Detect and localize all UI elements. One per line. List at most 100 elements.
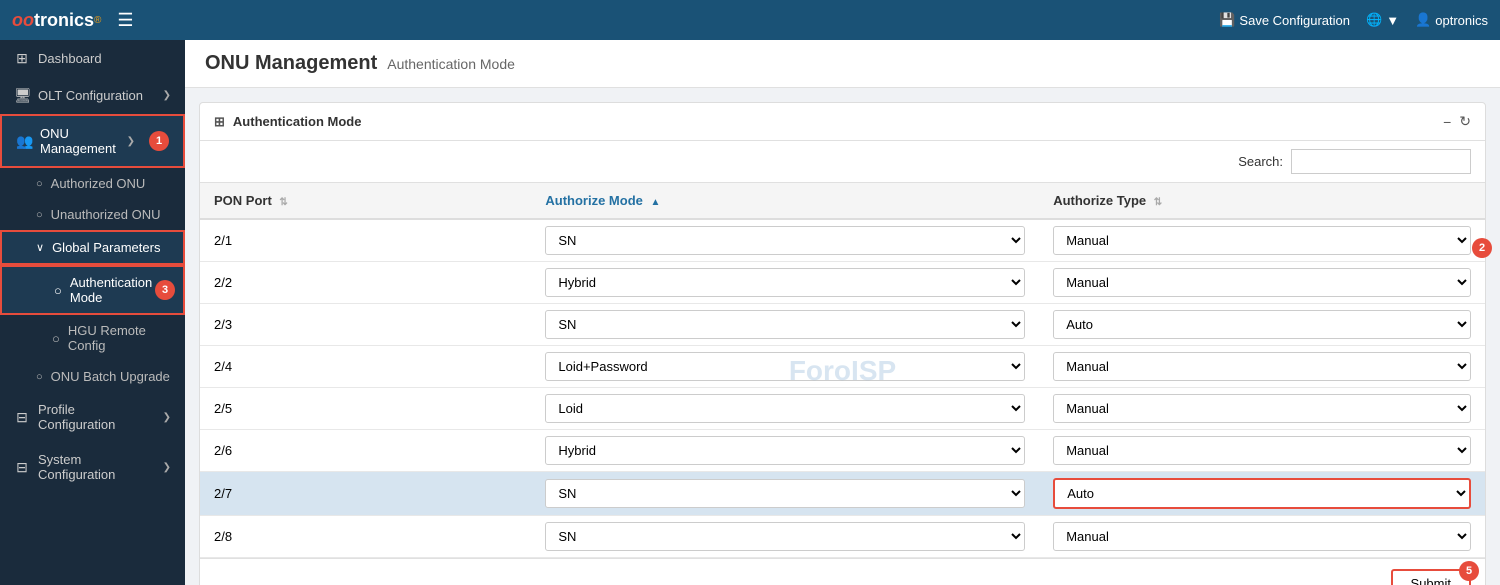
logo-reg: ® [94,15,101,26]
circle-icon: ○ [54,283,62,298]
card-header-right: − ↻ [1443,113,1471,130]
content-area: ONU Management Authentication Mode ⊞ Aut… [185,40,1500,585]
authorize-type-select[interactable]: ManualAuto [1053,478,1471,509]
sidebar-item-onu-management[interactable]: 👥 ONU Management ❯ 1 [0,114,185,168]
user-menu[interactable]: 👤 optronics [1415,12,1488,28]
table-row: 2/2 SNHybridLoid+PasswordLoid ManualAuto [200,262,1485,304]
sidebar-item-dashboard[interactable]: ⊞ Dashboard [0,40,185,77]
cell-pon-port: 2/8 [200,516,531,558]
cell-pon-port: 2/1 [200,219,531,262]
card-header: ⊞ Authentication Mode − ↻ [200,103,1485,141]
col-pon-port[interactable]: PON Port ⇅ [200,183,531,219]
sidebar-item-unauthorized-onu[interactable]: ○ Unauthorized ONU [0,199,185,230]
sidebar-item-global-params[interactable]: ∨ Global Parameters 2 [0,230,185,265]
chevron-right-icon: ❯ [163,412,171,423]
badge-5: 5 [1459,561,1479,581]
cell-pon-port: 2/3 [200,304,531,346]
onu-icon: 👥 [16,133,32,150]
cell-pon-port: 2/4 [200,346,531,388]
profile-icon: ⊟ [14,409,30,426]
authorize-mode-select[interactable]: SNHybridLoid+PasswordLoid [545,394,1025,423]
col-authorize-mode[interactable]: Authorize Mode ▲ [531,183,1039,219]
cell-authorize-mode: SNHybridLoid+PasswordLoid [531,388,1039,430]
sort-icon: ⇅ [279,197,287,208]
refresh-icon[interactable]: ↻ [1459,113,1471,130]
authorize-type-select[interactable]: ManualAuto [1053,522,1471,551]
minimize-icon[interactable]: − [1443,114,1451,130]
topnav: ootronics® ☰ 💾 Save Configuration 🌐 ▼ 👤 … [0,0,1500,40]
cell-authorize-type: ManualAuto [1039,430,1485,472]
page-subtitle: Authentication Mode [387,56,515,72]
authorize-mode-select[interactable]: SNHybridLoid+PasswordLoid [545,436,1025,465]
sidebar-item-profile-config[interactable]: ⊟ Profile Configuration ❯ [0,392,185,442]
save-config-label: Save Configuration [1239,13,1350,28]
sidebar-item-system-config[interactable]: ⊟ System Configuration ❯ [0,442,185,492]
sidebar-item-label: ONU Management [40,126,119,156]
table-icon: ⊞ [214,114,225,130]
chevron-right-icon: ❯ [163,462,171,473]
sidebar-item-label: Profile Configuration [38,402,155,432]
cell-authorize-type: ManualAuto [1039,388,1485,430]
badge-3: 3 [155,280,175,300]
sidebar: ⊞ Dashboard 🖥 OLT Configuration ❯ 👥 ONU … [0,40,185,585]
authorize-type-select[interactable]: ManualAuto [1053,268,1471,297]
sidebar-item-onu-batch[interactable]: ○ ONU Batch Upgrade [0,361,185,392]
globe-arrow: ▼ [1386,13,1399,28]
auth-mode-table: PON Port ⇅ Authorize Mode ▲ Authorize Ty… [200,183,1485,558]
submit-label: Submit [1411,576,1451,585]
authorize-mode-select[interactable]: SNHybridLoid+PasswordLoid [545,268,1025,297]
sidebar-item-label: Dashboard [38,51,171,66]
logo-tronics: tronics [34,10,94,31]
table-row: 2/8 SNHybridLoid+PasswordLoid ManualAuto [200,516,1485,558]
authorize-type-select[interactable]: ManualAuto [1053,352,1471,381]
col-authorize-type[interactable]: Authorize Type ⇅ [1039,183,1485,219]
cell-authorize-type: ManualAuto [1039,219,1485,262]
auth-mode-card: ⊞ Authentication Mode − ↻ Search: ForoIS… [199,102,1486,585]
table-header-row: PON Port ⇅ Authorize Mode ▲ Authorize Ty… [200,183,1485,219]
table-wrapper: ForoISP PON Port ⇅ Authorize Mode ▲ Auth… [200,183,1485,558]
submit-button[interactable]: Submit 5 [1391,569,1471,585]
authorize-mode-select[interactable]: SNHybridLoid+PasswordLoid [545,310,1025,339]
authorize-mode-select[interactable]: SNHybridLoid+PasswordLoid [545,522,1025,551]
sidebar-item-olt-config[interactable]: 🖥 OLT Configuration ❯ [0,77,185,114]
authorize-mode-select[interactable]: SNHybridLoid+PasswordLoid [545,352,1025,381]
authorize-mode-select[interactable]: SNHybridLoid+PasswordLoid [545,226,1025,255]
save-config-button[interactable]: 💾 Save Configuration [1219,12,1350,28]
card-title: Authentication Mode [233,114,362,129]
sidebar-item-auth-mode[interactable]: ○ Authentication Mode 3 [0,265,185,315]
cell-authorize-mode: SNHybridLoid+PasswordLoid [531,346,1039,388]
dashboard-icon: ⊞ [14,50,30,67]
cell-authorize-mode: SNHybridLoid+PasswordLoid [531,472,1039,516]
sidebar-item-label: ONU Batch Upgrade [51,369,170,384]
hamburger-icon[interactable]: ☰ [117,10,133,31]
topnav-left: ootronics® ☰ [12,10,134,31]
search-input[interactable] [1291,149,1471,174]
authorize-type-select[interactable]: ManualAuto [1053,436,1471,465]
sidebar-item-hgu-remote[interactable]: ○ HGU Remote Config [0,315,185,361]
cell-authorize-type: ManualAuto [1039,304,1485,346]
badge-1: 1 [149,131,169,151]
circle-icon: ○ [36,209,43,221]
sidebar-item-label: Authorized ONU [51,176,146,191]
cell-authorize-type: ManualAuto [1039,346,1485,388]
globe-icon: 🌐 [1366,12,1382,28]
cell-authorize-mode: SNHybridLoid+PasswordLoid [531,516,1039,558]
authorize-type-select[interactable]: ManualAuto [1053,226,1471,255]
logo-brand: oo [12,10,34,31]
card-footer: Submit 5 [200,558,1485,585]
cell-authorize-type: ManualAuto [1039,516,1485,558]
authorize-mode-select[interactable]: SNHybridLoid+PasswordLoid [545,479,1025,508]
cell-pon-port: 2/6 [200,430,531,472]
sidebar-item-authorized-onu[interactable]: ○ Authorized ONU [0,168,185,199]
authorize-type-select[interactable]: ManualAuto [1053,394,1471,423]
search-bar: Search: [200,141,1485,183]
cell-authorize-mode: SNHybridLoid+PasswordLoid [531,219,1039,262]
user-icon: 👤 [1415,12,1431,28]
page-header: ONU Management Authentication Mode [185,40,1500,88]
circle-icon: ○ [52,331,60,346]
authorize-type-select[interactable]: ManualAuto [1053,310,1471,339]
cell-pon-port: 2/2 [200,262,531,304]
table-row: 2/3 SNHybridLoid+PasswordLoid ManualAuto [200,304,1485,346]
globe-button[interactable]: 🌐 ▼ [1366,12,1399,28]
sort-icon-active: ▲ [650,197,660,208]
